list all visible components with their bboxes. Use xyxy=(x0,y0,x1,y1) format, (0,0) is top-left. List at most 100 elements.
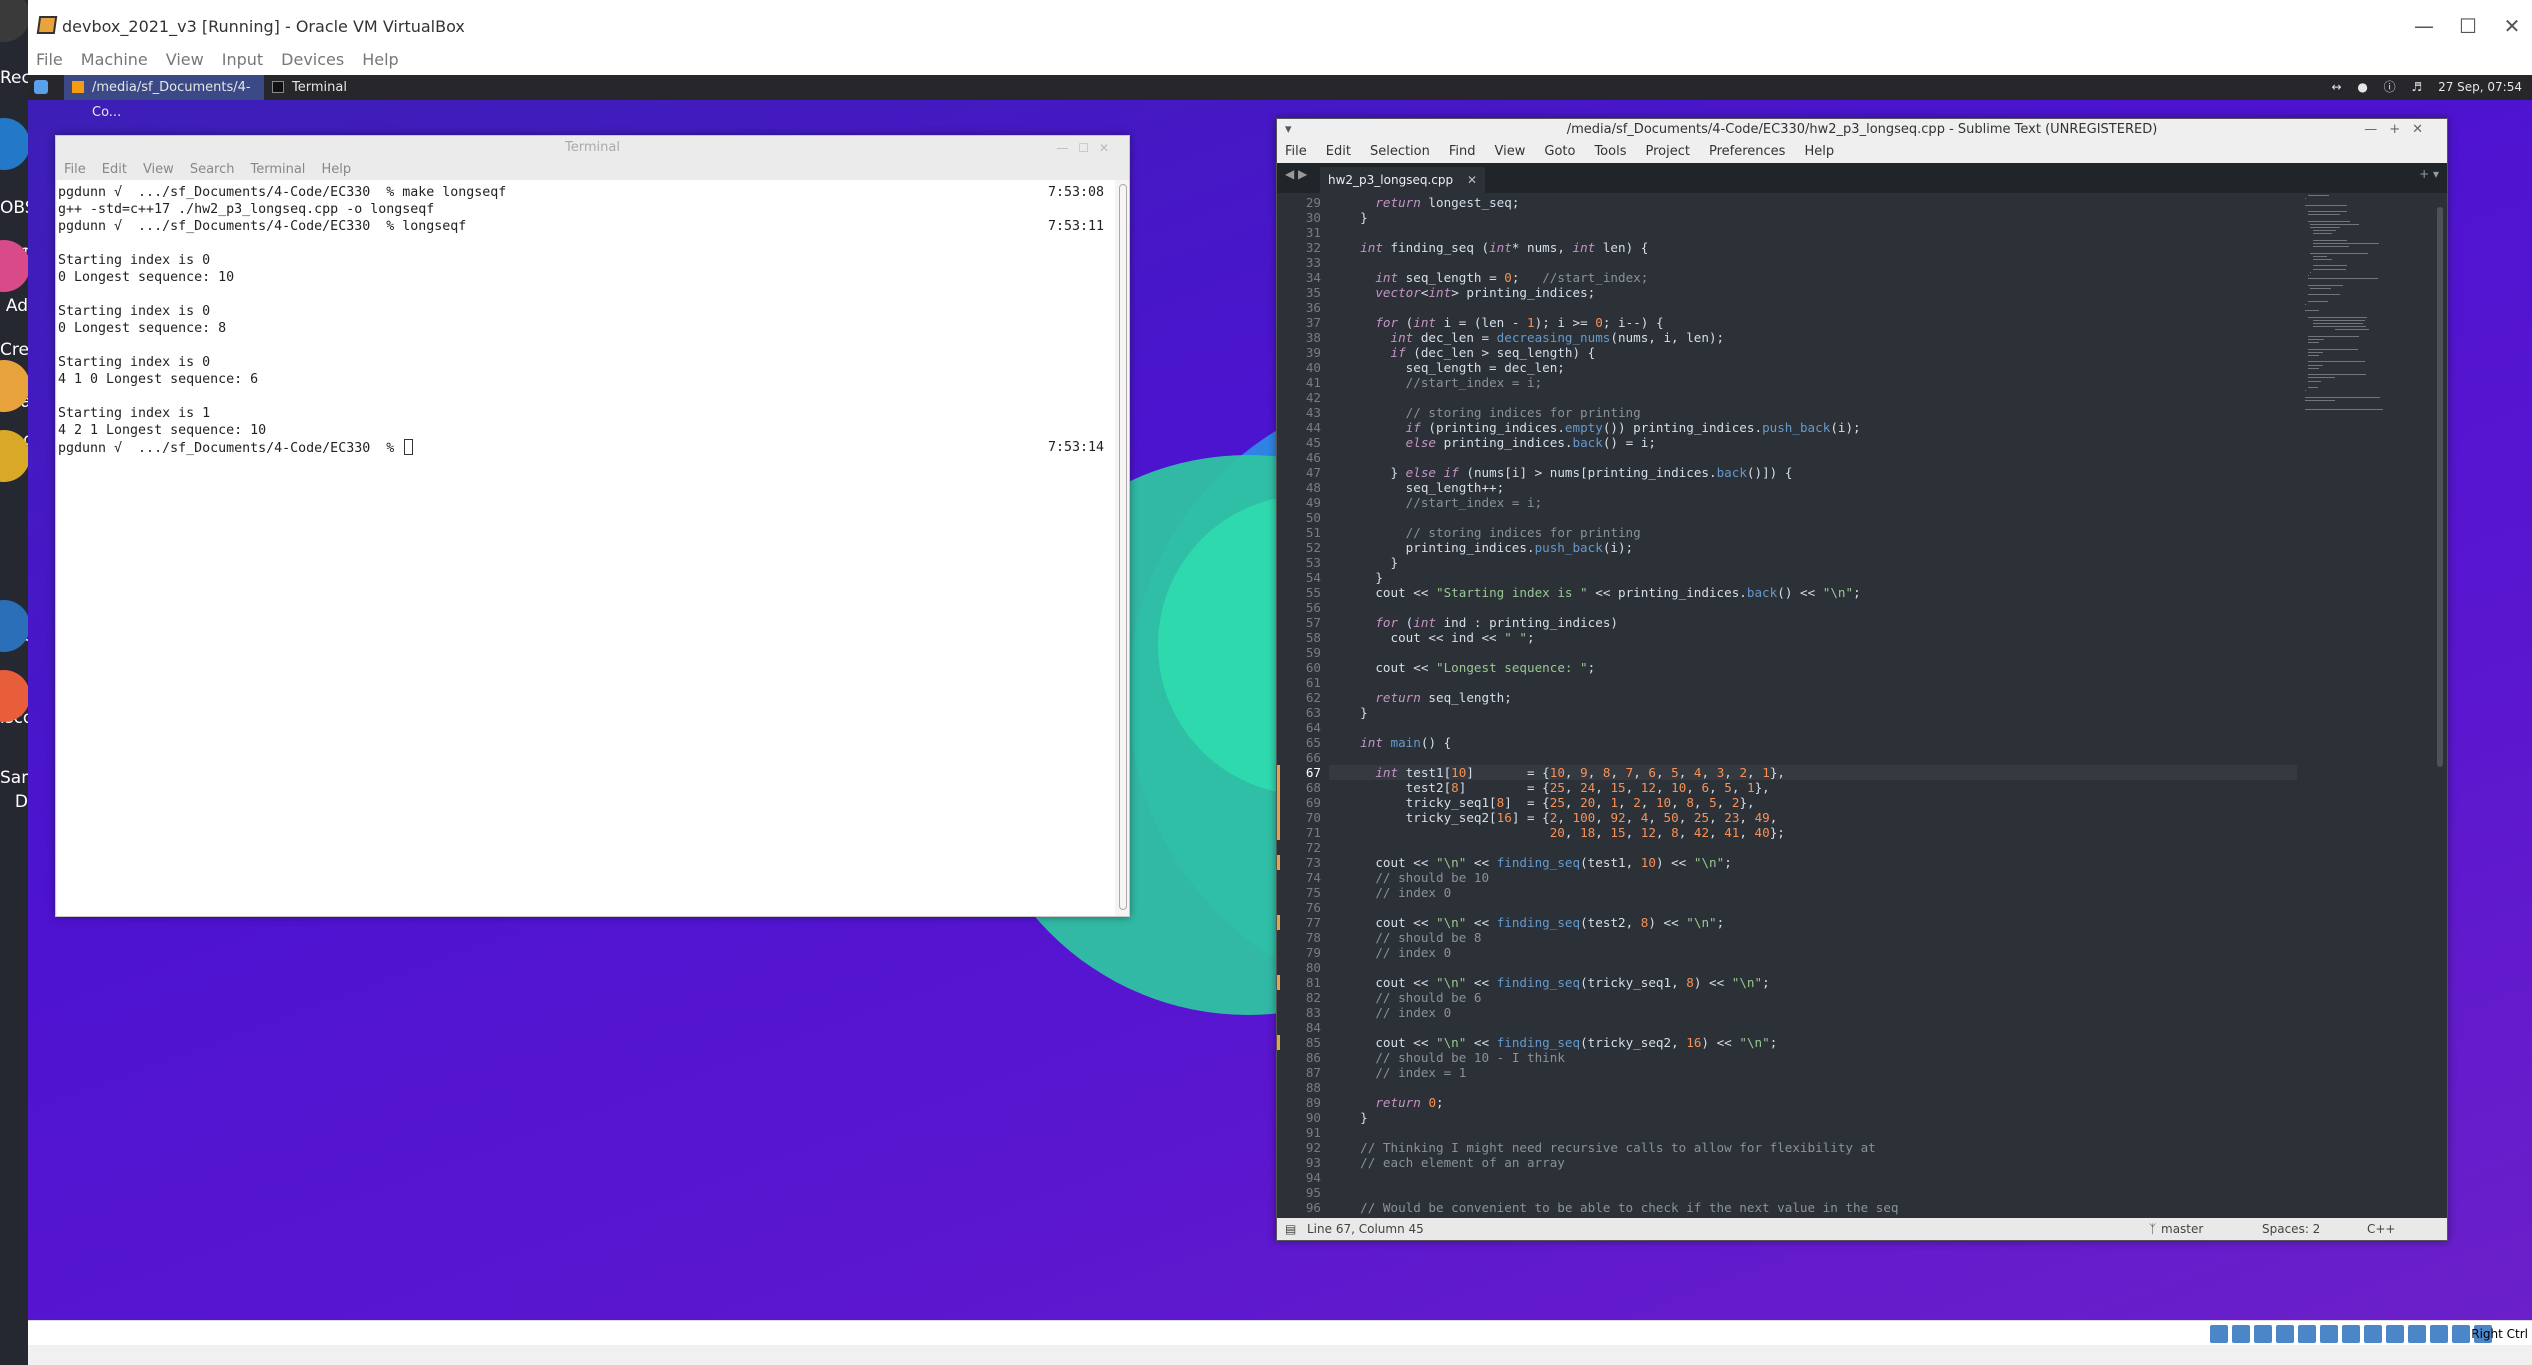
code-line[interactable]: } xyxy=(1345,570,1383,585)
code-line[interactable]: // Thinking I might need recursive calls… xyxy=(1345,1140,1876,1155)
tab-overflow-icon[interactable]: + ▾ xyxy=(2419,167,2439,181)
code-line[interactable]: // should be 6 xyxy=(1345,990,1481,1005)
editor-scrollbar[interactable] xyxy=(2437,207,2443,767)
code-line[interactable]: int seq_length = 0; //start_index; xyxy=(1345,270,1648,285)
code-line[interactable]: else printing_indices.back() = i; xyxy=(1345,435,1656,450)
tab-nav-arrows-icon[interactable]: ◀ ▶ xyxy=(1285,167,1307,181)
vbox-menu-file[interactable]: File xyxy=(36,50,63,69)
code-line[interactable]: //start_index = i; xyxy=(1345,375,1542,390)
panel-toggle-icon[interactable]: ▤ xyxy=(1285,1218,1296,1240)
sublime-menu-view[interactable]: View xyxy=(1495,144,1526,159)
code-line[interactable]: tricky_seq1[8] = {25, 20, 1, 2, 10, 8, 5… xyxy=(1345,795,1755,810)
code-line[interactable]: // index 0 xyxy=(1345,885,1451,900)
window-menu-icon[interactable]: ▾ xyxy=(1285,119,1292,141)
code-line[interactable]: seq_length++; xyxy=(1345,480,1505,495)
vbox-device-icon[interactable] xyxy=(2452,1325,2470,1343)
code-line[interactable]: vector<int> printing_indices; xyxy=(1345,285,1595,300)
host-app-icon[interactable] xyxy=(0,0,28,42)
network-icon[interactable]: ↔ xyxy=(2331,80,2341,94)
host-app-icon[interactable] xyxy=(0,118,28,170)
sublime-menu-find[interactable]: Find xyxy=(1449,144,1476,159)
code-line[interactable]: // each element of an array xyxy=(1345,1155,1565,1170)
vbox-menu-input[interactable]: Input xyxy=(222,50,263,69)
vbox-menu-view[interactable]: View xyxy=(166,50,204,69)
code-line[interactable]: // should be 10 xyxy=(1345,870,1489,885)
sublime-menu-preferences[interactable]: Preferences xyxy=(1709,144,1785,159)
code-line[interactable]: // should be 8 xyxy=(1345,930,1481,945)
vbox-device-icon[interactable] xyxy=(2276,1325,2294,1343)
code-line[interactable]: cout << "\n" << finding_seq(tricky_seq1,… xyxy=(1345,975,1769,990)
terminal-menu-search[interactable]: Search xyxy=(190,162,235,177)
terminal-menu-edit[interactable]: Edit xyxy=(102,162,127,177)
terminal-scrollbar[interactable] xyxy=(1119,184,1127,910)
vbox-menu-machine[interactable]: Machine xyxy=(81,50,148,69)
code-line[interactable]: int test1[10] = {10, 9, 8, 7, 6, 5, 4, 3… xyxy=(1329,765,2297,780)
code-line[interactable]: } xyxy=(1345,705,1368,720)
clock[interactable]: 27 Sep, 07:54 xyxy=(2438,80,2522,94)
code-line[interactable]: tricky_seq2[16] = {2, 100, 92, 4, 50, 25… xyxy=(1345,810,1778,825)
code-line[interactable]: cout << ind << " "; xyxy=(1345,630,1534,645)
info-icon[interactable]: ⓘ xyxy=(2384,80,2396,94)
syntax-setting[interactable]: C++ xyxy=(2367,1218,2396,1240)
sublime-menu-goto[interactable]: Goto xyxy=(1544,144,1575,159)
host-desktop-label[interactable]: Recy xyxy=(0,68,28,88)
host-desktop-label[interactable]: Ad xyxy=(0,296,28,316)
terminal-menu-help[interactable]: Help xyxy=(321,162,351,177)
code-line[interactable]: test2[8] = {25, 24, 15, 12, 10, 6, 5, 1}… xyxy=(1345,780,1770,795)
code-line[interactable]: int main() { xyxy=(1345,735,1451,750)
code-line[interactable]: for (int i = (len - 1); i >= 0; i--) { xyxy=(1345,315,1663,330)
code-line[interactable]: return 0; xyxy=(1345,1095,1443,1110)
sublime-menu-project[interactable]: Project xyxy=(1645,144,1689,159)
tab-hw2-p3-longseq[interactable]: hw2_p3_longseq.cpp ✕ xyxy=(1320,167,1485,193)
taskbar-item-sublime[interactable]: /media/sf_Documents/4-Co... xyxy=(64,75,264,120)
code-line[interactable]: cout << "Longest sequence: "; xyxy=(1345,660,1595,675)
code-line[interactable]: for (int ind : printing_indices) xyxy=(1345,615,1618,630)
host-desktop-label[interactable]: Sam xyxy=(0,768,28,788)
code-line[interactable]: if (printing_indices.empty()) printing_i… xyxy=(1345,420,1861,435)
vbox-device-icon[interactable] xyxy=(2320,1325,2338,1343)
code-line[interactable]: cout << "\n" << finding_seq(tricky_seq2,… xyxy=(1345,1035,1777,1050)
vbox-device-icon[interactable] xyxy=(2254,1325,2272,1343)
code-line[interactable]: // index = 1 xyxy=(1345,1065,1466,1080)
code-line[interactable]: cout << "\n" << finding_seq(test2, 8) <<… xyxy=(1345,915,1724,930)
code-line[interactable]: // storing indices for printing xyxy=(1345,405,1641,420)
vbox-device-icon[interactable] xyxy=(2210,1325,2228,1343)
host-desktop-label[interactable]: OBS xyxy=(0,198,28,218)
vbox-device-icon[interactable] xyxy=(2364,1325,2382,1343)
code-line[interactable]: return longest_seq; xyxy=(1345,195,1519,210)
vbox-device-icon[interactable] xyxy=(2232,1325,2250,1343)
code-editor[interactable]: return longest_seq; } int finding_seq (i… xyxy=(1329,193,2297,1218)
code-line[interactable]: // Would be convenient to be able to che… xyxy=(1345,1200,1898,1215)
code-line[interactable]: seq_length = dec_len; xyxy=(1345,360,1565,375)
host-desktop-label[interactable]: Cre xyxy=(0,340,28,360)
git-branch[interactable]: master xyxy=(2161,1218,2203,1240)
code-line[interactable]: if (dec_len > seq_length) { xyxy=(1345,345,1596,360)
code-line[interactable]: // storing indices for printing xyxy=(1345,525,1641,540)
code-line[interactable]: int dec_len = decreasing_nums(nums, i, l… xyxy=(1345,330,1725,345)
minimap[interactable] xyxy=(2303,195,2433,435)
sublime-window-controls[interactable]: —+✕ xyxy=(2364,119,2435,141)
vbox-device-icon[interactable] xyxy=(2342,1325,2360,1343)
code-line[interactable]: int finding_seq (int* nums, int len) { xyxy=(1345,240,1648,255)
code-line[interactable]: // index 0 xyxy=(1345,1005,1451,1020)
code-line[interactable]: //start_index = i; xyxy=(1345,495,1542,510)
code-line[interactable]: } else if (nums[i] > nums[printing_indic… xyxy=(1345,465,1792,480)
code-line[interactable]: // should be 10 - I think xyxy=(1345,1050,1565,1065)
volume-icon[interactable]: ♬ xyxy=(2411,80,2422,94)
sublime-menu-help[interactable]: Help xyxy=(1804,144,1834,159)
sublime-menu-tools[interactable]: Tools xyxy=(1594,144,1626,159)
terminal-window-controls[interactable]: —☐✕ xyxy=(1056,136,1119,160)
sublime-menu-edit[interactable]: Edit xyxy=(1326,144,1351,159)
vbox-device-icon[interactable] xyxy=(2298,1325,2316,1343)
sublime-menu-file[interactable]: File xyxy=(1285,144,1307,159)
indentation-setting[interactable]: Spaces: 2 xyxy=(2262,1218,2320,1240)
vbox-device-icon[interactable] xyxy=(2430,1325,2448,1343)
minimize-icon[interactable]: — xyxy=(2404,14,2444,38)
code-line[interactable]: } xyxy=(1345,1110,1368,1125)
code-line[interactable]: cout << "\n" << finding_seq(test1, 10) <… xyxy=(1345,855,1731,870)
vbox-device-icon[interactable] xyxy=(2408,1325,2426,1343)
notification-icon[interactable]: ● xyxy=(2357,80,2367,94)
terminal-output[interactable]: pgdunn √ .../sf_Documents/4-Code/EC330 %… xyxy=(57,180,1115,916)
taskbar-item-terminal[interactable]: Terminal xyxy=(264,75,374,100)
terminal-menu-file[interactable]: File xyxy=(64,162,86,177)
